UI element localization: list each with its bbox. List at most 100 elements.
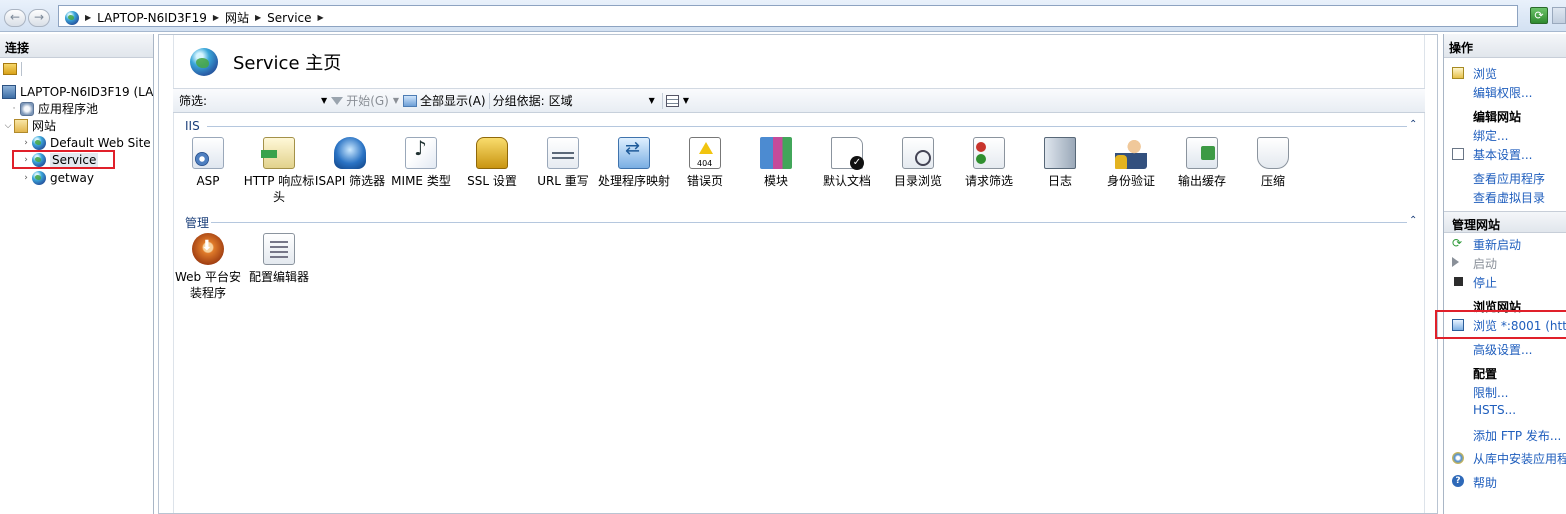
feature-item[interactable]: 默认文档 xyxy=(811,137,883,189)
breadcrumb[interactable]: ▶ LAPTOP-N6ID3F19 ▶ 网站 ▶ Service ▶ xyxy=(58,5,1518,27)
configuration-editor-icon xyxy=(263,233,295,265)
feature-label: 模块 xyxy=(763,174,788,188)
chevron-right-icon: ▶ xyxy=(85,13,92,22)
mime-types-icon xyxy=(405,137,437,169)
feature-item[interactable]: MIME 类型 xyxy=(385,137,457,189)
browse-highlight-box xyxy=(1435,310,1566,339)
action-restart[interactable]: 重新启动 xyxy=(1473,236,1521,253)
feature-item[interactable]: 错误页 xyxy=(669,137,741,189)
tree-item-label: Default Web Site xyxy=(50,135,151,150)
action-browse[interactable]: 浏览 xyxy=(1473,65,1497,82)
handler-mappings-icon xyxy=(618,137,650,169)
feature-item[interactable]: 请求筛选 xyxy=(953,137,1025,189)
feature-label: MIME 类型 xyxy=(391,174,451,188)
forward-button[interactable]: → xyxy=(28,9,50,27)
config-header: 配置 xyxy=(1473,367,1498,381)
feature-label: 错误页 xyxy=(686,174,723,188)
action-stop[interactable]: 停止 xyxy=(1473,274,1497,291)
feature-item[interactable]: URL 重写 xyxy=(527,137,599,189)
feature-label: SSL 设置 xyxy=(467,174,517,188)
feature-item[interactable]: ISAPI 筛选器 xyxy=(314,137,386,189)
breadcrumb-server[interactable]: LAPTOP-N6ID3F19 xyxy=(97,11,207,25)
collapse-caret-icon[interactable]: ⌃ xyxy=(1409,119,1417,130)
globe-icon xyxy=(32,170,46,185)
chevron-right-icon: ▶ xyxy=(212,13,219,22)
chevron-right-icon[interactable]: › xyxy=(20,173,32,183)
help-menu-button[interactable] xyxy=(1552,7,1566,24)
tree-item-server[interactable]: LAPTOP-N6ID3F19 (LAP xyxy=(2,83,154,100)
start-dropdown-icon[interactable]: ▼ xyxy=(393,96,399,105)
action-view-applications[interactable]: 查看应用程序 xyxy=(1473,170,1545,187)
feature-label: URL 重写 xyxy=(537,174,589,188)
help-icon: ? xyxy=(1452,475,1464,487)
action-edit-permissions[interactable]: 编辑权限... xyxy=(1473,84,1532,101)
start-filter-button[interactable]: 开始(G) xyxy=(331,92,389,109)
action-view-virtual-directories[interactable]: 查看虚拟目录 xyxy=(1473,189,1545,206)
view-mode-icon[interactable] xyxy=(665,94,679,107)
create-connection-icon[interactable] xyxy=(3,63,17,75)
tree-item-default-web-site[interactable]: › Default Web Site xyxy=(20,134,151,151)
chevron-down-icon[interactable]: ⌵ xyxy=(2,121,14,131)
group-by-select[interactable]: 区域 xyxy=(549,92,645,109)
feature-item[interactable]: 压缩 xyxy=(1237,137,1309,189)
error-pages-icon xyxy=(689,137,721,172)
filter-dropdown-icon[interactable]: ▼ xyxy=(321,96,327,105)
feature-item[interactable]: ASP xyxy=(172,137,244,189)
selection-highlight-box xyxy=(12,150,115,169)
feature-item[interactable]: 日志 xyxy=(1024,137,1096,189)
actions-pane: 操作 浏览 编辑权限... 编辑网站 绑定... 基本设置... 查看应用程序 … xyxy=(1443,34,1566,514)
action-install-from-gallery[interactable]: 从库中安装应用程序 xyxy=(1473,450,1566,467)
sites-folder-icon xyxy=(14,118,28,133)
restart-icon: ⟳ xyxy=(1452,236,1463,250)
feature-item[interactable]: 身份验证 xyxy=(1095,137,1167,189)
action-hsts[interactable]: HSTS... xyxy=(1473,403,1516,417)
feature-label: 默认文档 xyxy=(822,174,871,188)
modules-icon xyxy=(760,137,792,169)
tree-item-getway[interactable]: › getway xyxy=(20,169,94,186)
breadcrumb-service[interactable]: Service xyxy=(267,11,311,25)
feature-item[interactable]: 输出缓存 xyxy=(1166,137,1238,189)
feature-item[interactable]: 目录浏览 xyxy=(882,137,954,189)
breadcrumb-sites[interactable]: 网站 xyxy=(225,9,249,26)
action-basic-settings[interactable]: 基本设置... xyxy=(1473,146,1532,163)
feature-item[interactable]: 模块 xyxy=(740,137,812,189)
collapse-caret-icon[interactable]: ⌃ xyxy=(1409,215,1417,226)
tree-item-label: LAPTOP-N6ID3F19 (LAP xyxy=(20,84,154,99)
gallery-icon xyxy=(1452,452,1464,464)
tree-item-label: 网站 xyxy=(32,119,57,133)
group-divider xyxy=(207,126,1407,127)
action-help[interactable]: 帮助 xyxy=(1473,474,1497,491)
action-bindings[interactable]: 绑定... xyxy=(1473,127,1508,144)
tree-line: · xyxy=(12,103,16,114)
feature-item[interactable]: 处理程序映射 xyxy=(598,137,670,189)
action-limits[interactable]: 限制... xyxy=(1473,384,1508,401)
feature-item[interactable]: SSL 设置 xyxy=(456,137,528,189)
feature-label: 输出缓存 xyxy=(1177,174,1226,188)
tree-item-sites[interactable]: ⌵ 网站 xyxy=(2,117,56,134)
view-mode-dropdown-icon[interactable]: ▼ xyxy=(683,96,689,105)
refresh-button[interactable]: ⟳ xyxy=(1530,7,1548,24)
feature-label: Web 平台安装程序 xyxy=(175,270,241,300)
browse-icon xyxy=(1452,67,1464,79)
feature-item[interactable]: HTTP 响应标头 xyxy=(243,137,315,205)
application-pools-icon xyxy=(20,101,34,116)
filter-input[interactable] xyxy=(207,92,317,110)
action-advanced-settings[interactable]: 高级设置... xyxy=(1473,341,1532,358)
feature-label: 压缩 xyxy=(1260,174,1285,188)
show-all-label: 全部显示(A) xyxy=(420,94,486,108)
action-add-ftp[interactable]: 添加 FTP 发布... xyxy=(1473,427,1561,444)
feature-label: 配置编辑器 xyxy=(248,270,309,284)
connections-header: 连接 xyxy=(0,34,153,58)
ssl-settings-icon xyxy=(476,137,508,169)
chevron-right-icon[interactable]: › xyxy=(20,138,32,148)
show-all-button[interactable]: 全部显示(A) xyxy=(403,92,486,109)
group-by-dropdown-icon[interactable]: ▼ xyxy=(649,96,655,105)
tree-item-app-pools[interactable]: · 应用程序池 xyxy=(8,100,98,117)
back-button[interactable]: ← xyxy=(4,9,26,27)
feature-label: 日志 xyxy=(1047,174,1072,188)
action-start[interactable]: 启动 xyxy=(1473,255,1497,272)
group-header-iis: IIS xyxy=(185,119,200,133)
feature-item[interactable]: 配置编辑器 xyxy=(243,233,315,285)
chevron-right-icon[interactable]: ▶ xyxy=(318,13,324,22)
feature-item[interactable]: Web 平台安装程序 xyxy=(172,233,244,301)
